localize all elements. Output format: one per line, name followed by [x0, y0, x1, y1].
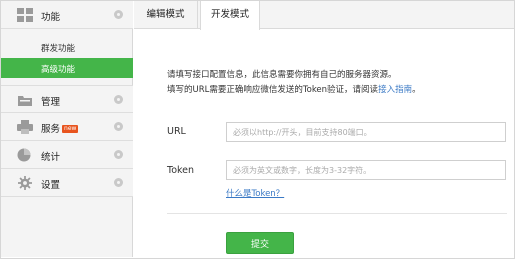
tab-developer-mode[interactable]: 开发模式: [200, 1, 260, 30]
submit-button[interactable]: 提交: [226, 232, 294, 254]
new-badge: new: [62, 125, 79, 133]
expand-indicator-icon[interactable]: [114, 150, 123, 159]
sidebar-group-stats[interactable]: 统计: [1, 141, 133, 169]
grid-icon: [17, 8, 33, 22]
expand-indicator-icon[interactable]: [114, 178, 123, 187]
expand-indicator-icon[interactable]: [114, 10, 123, 19]
what-is-token-link[interactable]: 什么是Token？: [226, 187, 284, 199]
access-guide-link[interactable]: 接入指南: [378, 85, 412, 95]
sidebar-group-settings[interactable]: 设置: [1, 169, 133, 197]
divider: [167, 213, 507, 214]
sidebar-group-label: 功能: [41, 12, 61, 23]
sidebar-item-mass-send[interactable]: 群发功能: [1, 37, 133, 57]
token-input[interactable]: [226, 160, 506, 180]
sidebar-group-label: 统计: [41, 152, 61, 163]
token-label: Token: [167, 165, 195, 176]
sidebar-group-label: 设置: [41, 180, 61, 191]
sidebar-group-manage[interactable]: 管理: [1, 85, 133, 113]
sidebar-item-label: 高级功能: [41, 65, 76, 75]
sidebar-group-label: 管理: [41, 97, 61, 108]
sidebar-item-advanced[interactable]: 高级功能: [1, 58, 133, 78]
folder-icon: [18, 96, 32, 106]
printer-icon: [17, 120, 33, 134]
expand-indicator-icon[interactable]: [114, 95, 123, 104]
gear-icon: [18, 176, 32, 190]
sidebar-group-service[interactable]: 服务 new: [1, 113, 133, 141]
intro-line-1: 请填写接口配置信息，此信息需要你拥有自己的服务器资源。: [167, 70, 397, 80]
url-label: URL: [167, 126, 186, 137]
mode-tabs: 编辑模式 开发模式: [134, 1, 514, 30]
expand-indicator-icon[interactable]: [114, 122, 123, 131]
url-input[interactable]: [226, 122, 506, 142]
sidebar-item-label: 群发功能: [41, 44, 76, 54]
tab-edit-mode[interactable]: 编辑模式: [134, 1, 198, 29]
sidebar-group-label: 服务 new: [41, 124, 79, 135]
sidebar-group-functions[interactable]: 功能: [1, 1, 133, 29]
pie-chart-icon: [17, 148, 31, 162]
intro-line-2: 填写的URL需要正确响应微信发送的Token验证，请阅读接入指南。: [167, 85, 421, 95]
sidebar: 功能 群发功能 高级功能 管理 服务 new 统计 设置: [1, 1, 133, 257]
